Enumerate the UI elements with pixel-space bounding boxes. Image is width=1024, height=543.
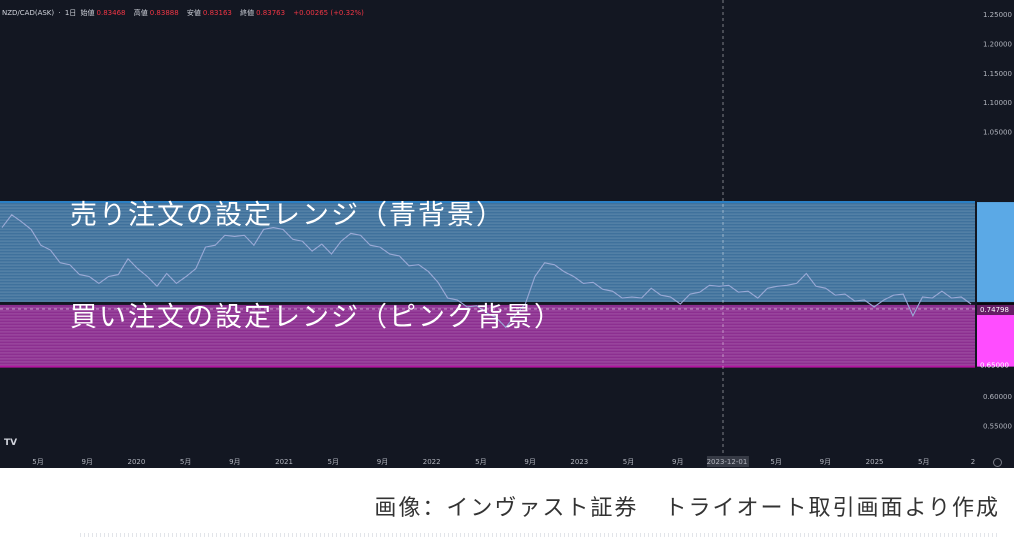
x-tick-label: 5月: [328, 458, 339, 466]
interval-label[interactable]: 1日: [65, 9, 76, 17]
y-tick-label: 0.60000: [983, 393, 1012, 401]
gear-icon[interactable]: [993, 458, 1002, 467]
caption-description: トライオート取引画面より作成: [664, 496, 1000, 521]
separator: ·: [58, 9, 61, 17]
x-tick-label: 2: [971, 458, 975, 466]
x-tick-label: 9月: [820, 458, 831, 466]
close-value: 0.83763: [256, 9, 286, 17]
y-tick-label: 1.20000: [983, 40, 1012, 48]
x-tick-label: 9月: [672, 458, 683, 466]
chart-header: NZD/CAD(ASK) · 1日 始値 0.83468 高値 0.83888 安値…: [2, 8, 370, 18]
buy-range-label: 買い注文の設定レンジ（ピンク背景）: [70, 302, 563, 333]
symbol-label[interactable]: NZD/CAD(ASK): [2, 9, 54, 17]
sell-zone-axis-marker: [977, 202, 1014, 302]
y-tick-label: 1.05000: [983, 129, 1012, 137]
y-tick-label: 1.10000: [983, 99, 1012, 107]
x-tick-label: 9月: [229, 458, 240, 466]
x-tick-label: 9月: [377, 458, 388, 466]
low-value: 0.83163: [202, 9, 232, 17]
x-tick-label: 5月: [180, 458, 191, 466]
x-tick-label: 5月: [475, 458, 486, 466]
price-chart[interactable]: 1.25000 1.20000 1.15000 1.10000 1.05000 0.600…: [0, 0, 1014, 468]
current-price-label: 0.74798: [980, 306, 1009, 314]
chart-panel[interactable]: 1.25000 1.20000 1.15000 1.10000 1.05000 0.600…: [0, 0, 1014, 468]
x-tick-label: 2022: [423, 458, 441, 466]
tradingview-logo[interactable]: TV: [4, 438, 17, 448]
image-caption: 画像：インヴァスト証券 トライオート取引画面より作成: [374, 490, 1000, 522]
x-tick-label: 2025: [866, 458, 884, 466]
zone-bottom-label: 0.65000: [980, 362, 1009, 370]
sell-range-label: 売り注文の設定レンジ（青背景）: [70, 200, 505, 231]
low-label: 安値: [186, 9, 201, 17]
x-tick-label: 5月: [918, 458, 929, 466]
x-tick-label: 5月: [32, 458, 43, 466]
x-tick-label: 5月: [623, 458, 634, 466]
x-tick-label: 9月: [81, 458, 92, 466]
x-tick-label: 2023: [570, 458, 588, 466]
y-tick-label: 1.25000: [983, 11, 1012, 19]
y-tick-label: 0.55000: [983, 422, 1012, 430]
y-tick-label: 1.15000: [983, 70, 1012, 78]
x-tick-label: 2021: [275, 458, 293, 466]
bottom-decoration: [80, 533, 1000, 537]
open-value: 0.83468: [96, 9, 126, 17]
close-label: 終値: [240, 9, 255, 17]
x-tick-label: 5月: [770, 458, 781, 466]
change-value: +0.00265 (+0.32%): [293, 9, 364, 17]
high-label: 高値: [133, 9, 148, 17]
high-value: 0.83888: [149, 9, 179, 17]
x-tick-label: 2023-12-01: [707, 458, 748, 466]
x-tick-label: 2020: [128, 458, 146, 466]
x-tick-label: 9月: [524, 458, 535, 466]
caption-source: 画像：インヴァスト証券: [374, 496, 639, 521]
open-label: 始値: [80, 9, 95, 17]
